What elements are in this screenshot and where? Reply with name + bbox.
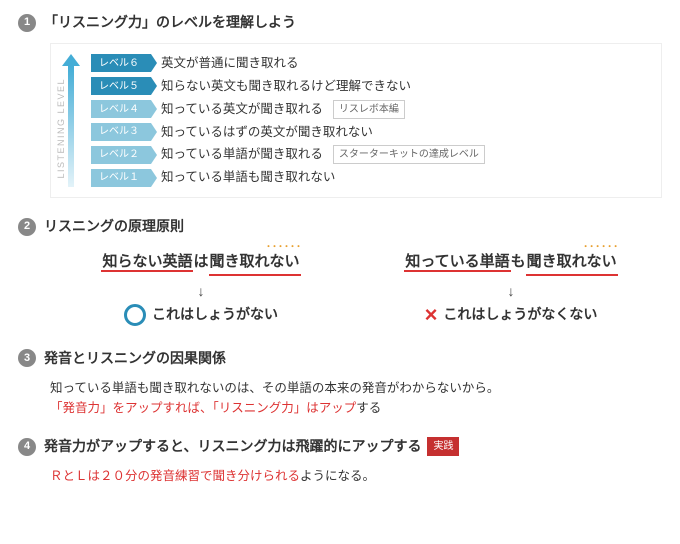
section-4: 4 発音力がアップすると、リスニング力は飛躍的にアップする 実践 ＲとＬは２０分… xyxy=(18,436,662,486)
section-1-body: LISTENING LEVEL レベル６ 英文が普通に聞き取れる レベル５ 知ら… xyxy=(18,43,662,198)
level-note: リスレボ本編 xyxy=(333,100,405,119)
section-4-body: ＲとＬは２０分の発音練習で聞き分けられるようになる。 xyxy=(18,467,662,486)
level-arrow: LISTENING LEVEL xyxy=(57,54,85,187)
principle-right-result: × これはしょうがなくない xyxy=(370,304,652,326)
section-4-header: 4 発音力がアップすると、リスニング力は飛躍的にアップする 実践 xyxy=(18,436,662,457)
level-text: 知っている英文が聞き取れる xyxy=(161,100,323,119)
section-number-2: 2 xyxy=(18,218,36,236)
section-1-header: 1 「リスニング力」のレベルを理解しよう xyxy=(18,12,662,33)
section-4-title: 発音力がアップすると、リスニング力は飛躍的にアップする xyxy=(44,436,421,457)
level-badge: レベル４ xyxy=(91,100,151,118)
level-text: 知っている単語も聞き取れない xyxy=(161,168,335,187)
level-row-5: レベル５ 知らない英文も聞き取れるけど理解できない xyxy=(91,77,647,96)
arrow-down-icon: ↓ xyxy=(60,281,342,302)
level-text: 知らない英文も聞き取れるけど理解できない xyxy=(161,77,411,96)
section-3: 3 発音とリスニングの因果関係 知っている単語も聞き取れないのは、その単語の本来… xyxy=(18,348,662,419)
level-badge: レベル３ xyxy=(91,123,151,141)
principle-right: 知っている単語も聞き取れない ↓ × これはしょうがなくない xyxy=(370,251,652,326)
section-number-1: 1 xyxy=(18,14,36,32)
principle-left-statement: 知らない英語は聞き取れない xyxy=(101,251,300,276)
section-2-body: 知らない英語は聞き取れない ↓ これはしょうがない 知っている単語も聞き取れない… xyxy=(18,247,662,330)
principles-row: 知らない英語は聞き取れない ↓ これはしょうがない 知っている単語も聞き取れない… xyxy=(50,247,662,330)
level-badge: レベル１ xyxy=(91,169,151,187)
level-row-2: レベル２ 知っている単語が聞き取れる スターターキットの達成レベル xyxy=(91,145,647,164)
level-text: 英文が普通に聞き取れる xyxy=(161,54,299,73)
section-1: 1 「リスニング力」のレベルを理解しよう LISTENING LEVEL レベル… xyxy=(18,12,662,198)
level-badge: レベル６ xyxy=(91,54,151,72)
level-badge: レベル５ xyxy=(91,77,151,95)
arrow-up-icon xyxy=(62,54,80,66)
practice-tag: 実践 xyxy=(427,437,459,456)
level-badge: レベル２ xyxy=(91,146,151,164)
section-number-3: 3 xyxy=(18,349,36,367)
level-row-3: レベル３ 知っているはずの英文が聞き取れない xyxy=(91,123,647,142)
level-row-6: レベル６ 英文が普通に聞き取れる xyxy=(91,54,647,73)
section-2-header: 2 リスニングの原理原則 xyxy=(18,216,662,237)
level-text: 知っているはずの英文が聞き取れない xyxy=(161,123,373,142)
principle-right-statement: 知っている単語も聞き取れない xyxy=(404,251,617,276)
levels-box: LISTENING LEVEL レベル６ 英文が普通に聞き取れる レベル５ 知ら… xyxy=(50,43,662,198)
level-row-1: レベル１ 知っている単語も聞き取れない xyxy=(91,168,647,187)
cross-ng-icon: × xyxy=(425,304,438,326)
section-2-title: リスニングの原理原則 xyxy=(44,216,184,237)
section-3-line2: 「発音力」をアップすれば、「リスニング力」はアップする xyxy=(50,399,662,418)
circle-ok-icon xyxy=(124,304,146,326)
principle-left-result: これはしょうがない xyxy=(60,304,342,326)
section-4-line: ＲとＬは２０分の発音練習で聞き分けられるようになる。 xyxy=(50,467,662,486)
arrow-down-icon: ↓ xyxy=(370,281,652,302)
level-text: 知っている単語が聞き取れる xyxy=(161,145,323,164)
levels-list: レベル６ 英文が普通に聞き取れる レベル５ 知らない英文も聞き取れるけど理解でき… xyxy=(91,54,647,187)
section-number-4: 4 xyxy=(18,438,36,456)
section-3-body: 知っている単語も聞き取れないのは、その単語の本来の発音がわからないから。 「発音… xyxy=(18,379,662,419)
level-note: スターターキットの達成レベル xyxy=(333,145,485,164)
section-3-line1: 知っている単語も聞き取れないのは、その単語の本来の発音がわからないから。 xyxy=(50,379,662,398)
level-row-4: レベル４ 知っている英文が聞き取れる リスレボ本編 xyxy=(91,100,647,119)
arrow-label: LISTENING LEVEL xyxy=(55,78,69,179)
section-1-title: 「リスニング力」のレベルを理解しよう xyxy=(44,12,296,33)
section-3-title: 発音とリスニングの因果関係 xyxy=(44,348,226,369)
principle-left: 知らない英語は聞き取れない ↓ これはしょうがない xyxy=(60,251,342,326)
section-2: 2 リスニングの原理原則 知らない英語は聞き取れない ↓ これはしょうがない 知… xyxy=(18,216,662,330)
section-3-header: 3 発音とリスニングの因果関係 xyxy=(18,348,662,369)
